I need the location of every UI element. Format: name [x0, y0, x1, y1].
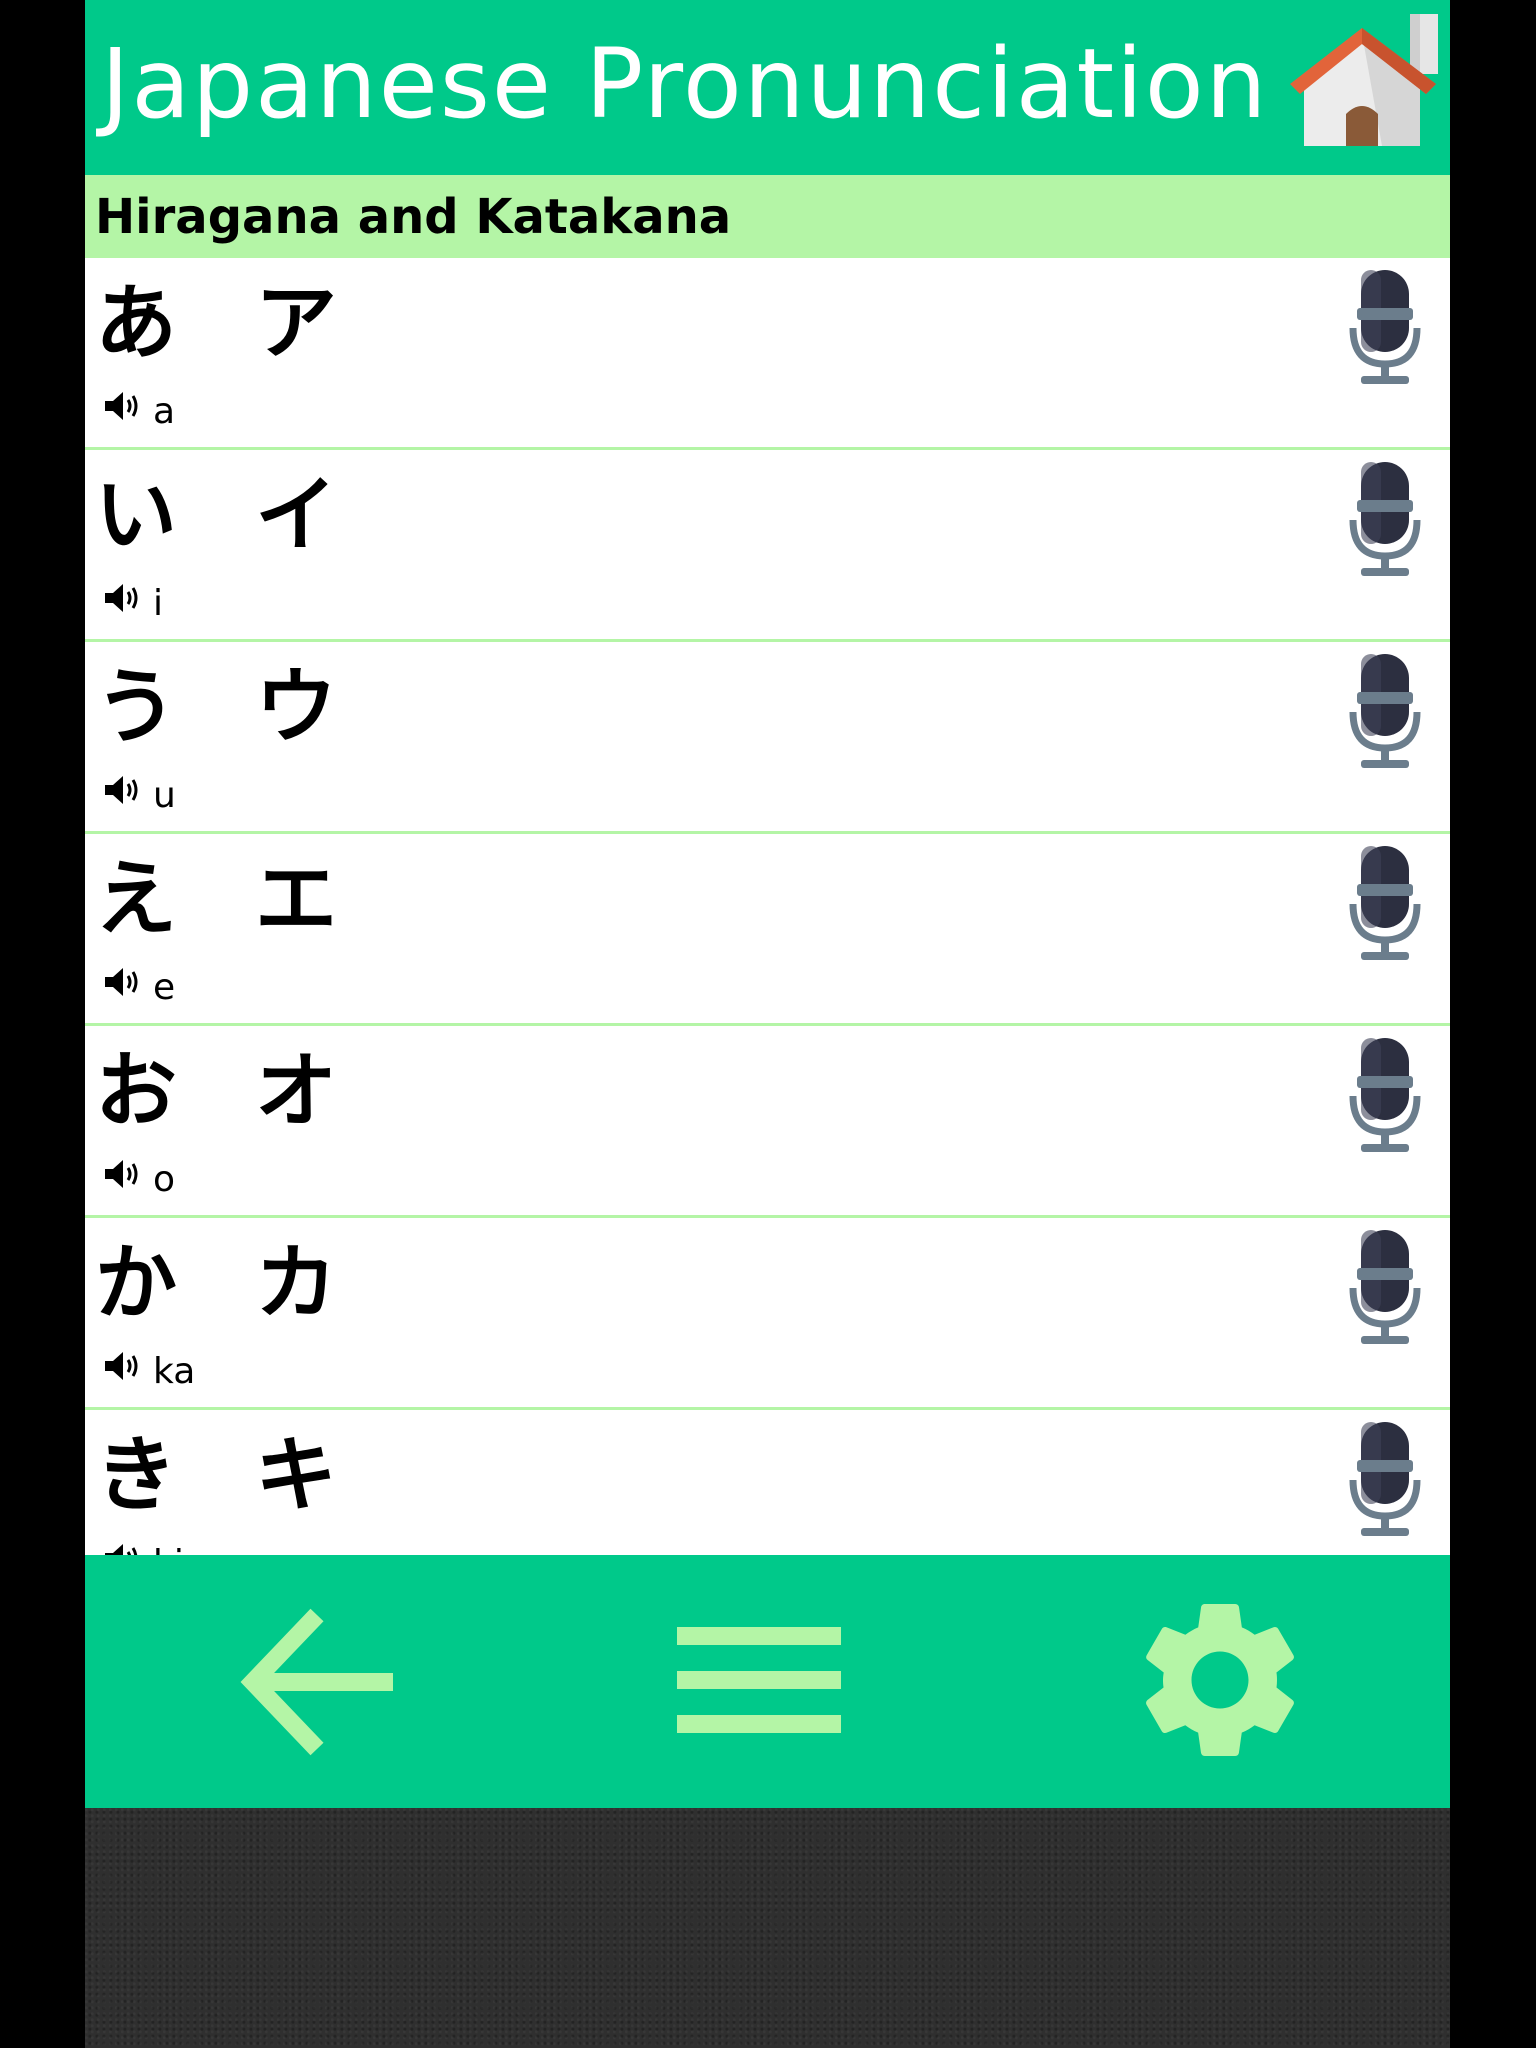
speaker-icon[interactable] [103, 582, 143, 614]
back-button[interactable] [233, 1607, 413, 1787]
bottom-nav-bar [85, 1555, 1450, 1808]
microphone-icon[interactable] [1345, 844, 1425, 964]
app-screen: Japanese Pronunciation Hiragana and Kata… [85, 0, 1450, 2048]
speaker-icon[interactable] [103, 774, 143, 806]
katakana-char: オ [255, 1044, 338, 1139]
section-header: Hiragana and Katakana [85, 175, 1450, 258]
katakana-char: ウ [255, 660, 338, 755]
romaji-label: ka [153, 1351, 196, 1392]
hiragana-char: え [95, 852, 178, 947]
speaker-icon[interactable] [103, 1350, 143, 1382]
microphone-icon[interactable] [1345, 1036, 1425, 1156]
speaker-icon[interactable] [103, 1542, 143, 1555]
kana-row[interactable]: き キ ki [85, 1410, 1450, 1555]
katakana-char: イ [255, 468, 338, 563]
section-title: Hiragana and Katakana [95, 189, 732, 245]
hiragana-char: う [95, 660, 178, 755]
hiragana-char: い [95, 468, 178, 563]
gear-icon [1146, 1604, 1294, 1756]
romaji-label: u [153, 775, 176, 816]
microphone-icon[interactable] [1345, 652, 1425, 772]
romaji-label: ki [153, 1544, 184, 1556]
app-title: Japanese Pronunciation [101, 28, 1269, 140]
speaker-icon[interactable] [103, 966, 143, 998]
microphone-icon[interactable] [1345, 1420, 1425, 1540]
kana-row[interactable]: え エ e [85, 834, 1450, 1026]
speaker-icon[interactable] [103, 390, 143, 422]
menu-button[interactable] [677, 1607, 857, 1787]
romaji-label: e [153, 967, 176, 1008]
romaji-label: o [153, 1159, 176, 1200]
hiragana-char: あ [95, 276, 178, 371]
home-button[interactable] [1286, 14, 1440, 148]
kana-row[interactable]: い イ i [85, 450, 1450, 642]
hiragana-char: か [95, 1236, 178, 1331]
settings-button[interactable] [1125, 1585, 1305, 1765]
kana-list[interactable]: あ ア a い イ i う ウ u え エ e お オ o か カ ka き キ [85, 258, 1450, 1555]
kana-row[interactable]: あ ア a [85, 258, 1450, 450]
app-header: Japanese Pronunciation [85, 0, 1450, 175]
kana-row[interactable]: か カ ka [85, 1218, 1450, 1410]
microphone-icon[interactable] [1345, 1228, 1425, 1348]
kana-row[interactable]: う ウ u [85, 642, 1450, 834]
back-arrow-icon [240, 1608, 393, 1756]
microphone-icon[interactable] [1345, 268, 1425, 388]
kana-row[interactable]: お オ o [85, 1026, 1450, 1218]
microphone-icon[interactable] [1345, 460, 1425, 580]
katakana-char: カ [255, 1236, 338, 1331]
katakana-char: エ [255, 852, 338, 947]
textured-background [85, 1808, 1450, 2048]
katakana-char: キ [255, 1428, 338, 1523]
hamburger-menu-icon [677, 1627, 841, 1733]
romaji-label: a [153, 391, 176, 432]
hiragana-char: お [95, 1044, 178, 1139]
romaji-label: i [153, 583, 164, 624]
speaker-icon[interactable] [103, 1158, 143, 1190]
home-icon [1290, 14, 1438, 146]
hiragana-char: き [95, 1428, 178, 1523]
katakana-char: ア [255, 276, 338, 371]
